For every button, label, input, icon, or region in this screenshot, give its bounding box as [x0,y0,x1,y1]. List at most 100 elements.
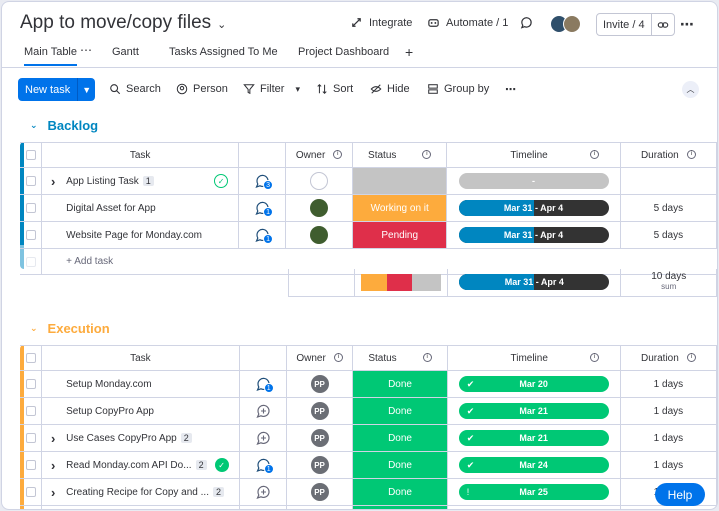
summary-timeline-pill[interactable]: Mar 31 - Apr 4 [459,274,610,291]
row-checkbox-cell[interactable] [20,370,43,398]
updates-icon[interactable]: 1 [239,200,285,217]
status-cell[interactable]: Done [352,370,448,398]
help-button[interactable]: Help [655,483,705,506]
owner-cell[interactable]: PP [286,505,354,509]
updates-cell[interactable] [239,478,287,506]
column-header-duration[interactable]: Duration i [620,142,717,168]
timeline-cell[interactable]: ✔ Mar 24 [447,451,621,479]
info-icon[interactable]: i [589,150,599,160]
row-checkbox[interactable] [25,203,36,213]
select-all-checkbox[interactable] [25,353,36,363]
status-label[interactable]: Done [353,479,447,505]
task-name[interactable]: Setup CopyPro App [66,406,154,417]
row-checkbox[interactable] [25,487,36,497]
table-row[interactable]: Digital Asset for App 1 Working on it Mar 3… [20,194,717,222]
row-checkbox[interactable] [25,406,36,416]
task-cell[interactable]: Setup CopyPro App [41,397,240,425]
timeline-cell[interactable]: ! Mar 25 [447,478,621,506]
column-header-duration[interactable]: Duration i [620,345,717,371]
chevron-down-icon[interactable]: ⌄ [30,323,38,334]
select-all-cell[interactable] [20,142,43,168]
row-checkbox-cell[interactable] [20,505,43,509]
task-cell[interactable]: › App Listing Task 1 ✓ [41,167,240,195]
board-title[interactable]: App to move/copy files ⌄ [20,12,226,34]
updates-cell[interactable] [239,424,287,452]
timeline-cell[interactable]: - [446,167,621,195]
status-cell[interactable]: Pending [352,221,448,249]
table-row[interactable]: ›Creating Recipe for Copy File fo... PPDo… [20,505,717,509]
info-icon[interactable]: i [333,150,343,160]
timeline-cell[interactable]: ✔ Mar 20 [447,370,621,398]
more-toolbar-icon[interactable]: ⋯ [505,83,516,96]
owner-cell[interactable]: PP [286,424,354,452]
chevron-down-icon[interactable]: ⌄ [217,18,226,31]
updates-icon[interactable] [240,484,286,500]
status-cell[interactable]: Done [352,397,448,425]
summary-status-cell[interactable] [354,269,449,297]
updates-cell[interactable]: 1 [239,370,287,398]
owner-cell[interactable]: PP [286,451,354,479]
timeline-pill[interactable]: ✔ Mar 21 [458,430,609,446]
collapse-header-icon[interactable]: ︿ [682,81,699,98]
status-cell[interactable] [352,167,448,195]
hide-button[interactable]: Hide [370,83,410,95]
tab-main-table[interactable]: Main Table [24,46,77,66]
task-cell[interactable]: Setup Monday.com [41,370,240,398]
owner-cell[interactable] [285,167,354,195]
column-header-task[interactable]: Task [41,345,240,371]
updates-icon[interactable]: 1 [239,227,285,244]
more-options-icon[interactable]: ⋯ [680,16,695,33]
task-name[interactable]: Website Page for Monday.com [66,230,202,241]
info-icon[interactable]: i [422,150,432,160]
person-filter-button[interactable]: Person [176,83,228,95]
expand-subitems-icon[interactable]: › [48,174,58,189]
status-cell[interactable]: Done [352,505,448,509]
status-cell[interactable]: Done [352,424,448,452]
chevron-down-icon[interactable]: ⌄ [30,120,38,131]
subitem-count-badge[interactable]: 1 [142,176,154,186]
row-checkbox[interactable] [25,176,36,186]
info-icon[interactable]: i [589,353,599,363]
expand-subitems-icon[interactable]: › [48,458,58,473]
task-name[interactable]: App Listing Task [66,176,139,187]
column-header-status[interactable]: Status i [352,142,448,168]
timeline-cell[interactable]: Mar 31 - Apr 4 [446,194,621,222]
task-cell[interactable]: Website Page for Monday.com [41,221,240,249]
row-checkbox-cell[interactable] [20,194,43,222]
updates-cell[interactable]: 3 [238,167,287,195]
group-title-execution[interactable]: ⌄ Execution [30,321,110,336]
subitem-count-badge[interactable]: 2 [195,460,207,470]
table-row[interactable]: › Use Cases CopyPro App 2 PP Done ✔ Mar 21 1 da… [20,424,717,452]
updates-icon[interactable]: 3 [239,173,285,190]
info-icon[interactable]: i [686,353,696,363]
table-row[interactable]: Setup Monday.com 1 PP Done ✔ Mar 20 1 days [20,370,717,398]
status-label[interactable]: Done [353,506,447,509]
filter-button[interactable]: Filter ▾ [243,83,300,95]
timeline-cell[interactable] [447,505,621,509]
owner-cell[interactable] [285,194,354,222]
timeline-pill[interactable]: ✔ Mar 20 [458,376,609,392]
row-checkbox-cell[interactable] [20,221,43,249]
row-checkbox-cell[interactable] [20,397,43,425]
updates-icon[interactable]: 1 [240,457,286,474]
status-distribution-segment[interactable] [412,273,442,291]
updates-cell[interactable]: 1 [239,451,287,479]
status-cell[interactable]: Working on it [352,194,448,222]
status-label[interactable]: Working on it [353,195,447,221]
task-name[interactable]: Use Cases CopyPro App [66,433,177,444]
timeline-pill[interactable]: ✔ Mar 24 [458,457,609,473]
row-checkbox[interactable] [25,379,36,389]
row-checkbox-cell[interactable] [20,167,43,195]
new-task-button[interactable]: New task ▼ [18,78,96,101]
timeline-cell[interactable]: ✔ Mar 21 [447,424,621,452]
table-row[interactable]: › Creating Recipe for Copy and ... 2 PP Done… [20,478,717,506]
add-task-input[interactable]: + Add task [42,256,113,267]
status-cell[interactable]: Done [352,451,448,479]
row-checkbox[interactable] [25,460,36,470]
info-icon[interactable]: i [422,353,432,363]
row-checkbox-cell[interactable] [20,451,43,479]
select-all-checkbox[interactable] [25,150,36,160]
timeline-pill[interactable]: ! Mar 25 [458,484,609,500]
task-cell[interactable]: Digital Asset for App [41,194,240,222]
status-distribution-segment[interactable] [360,273,387,291]
